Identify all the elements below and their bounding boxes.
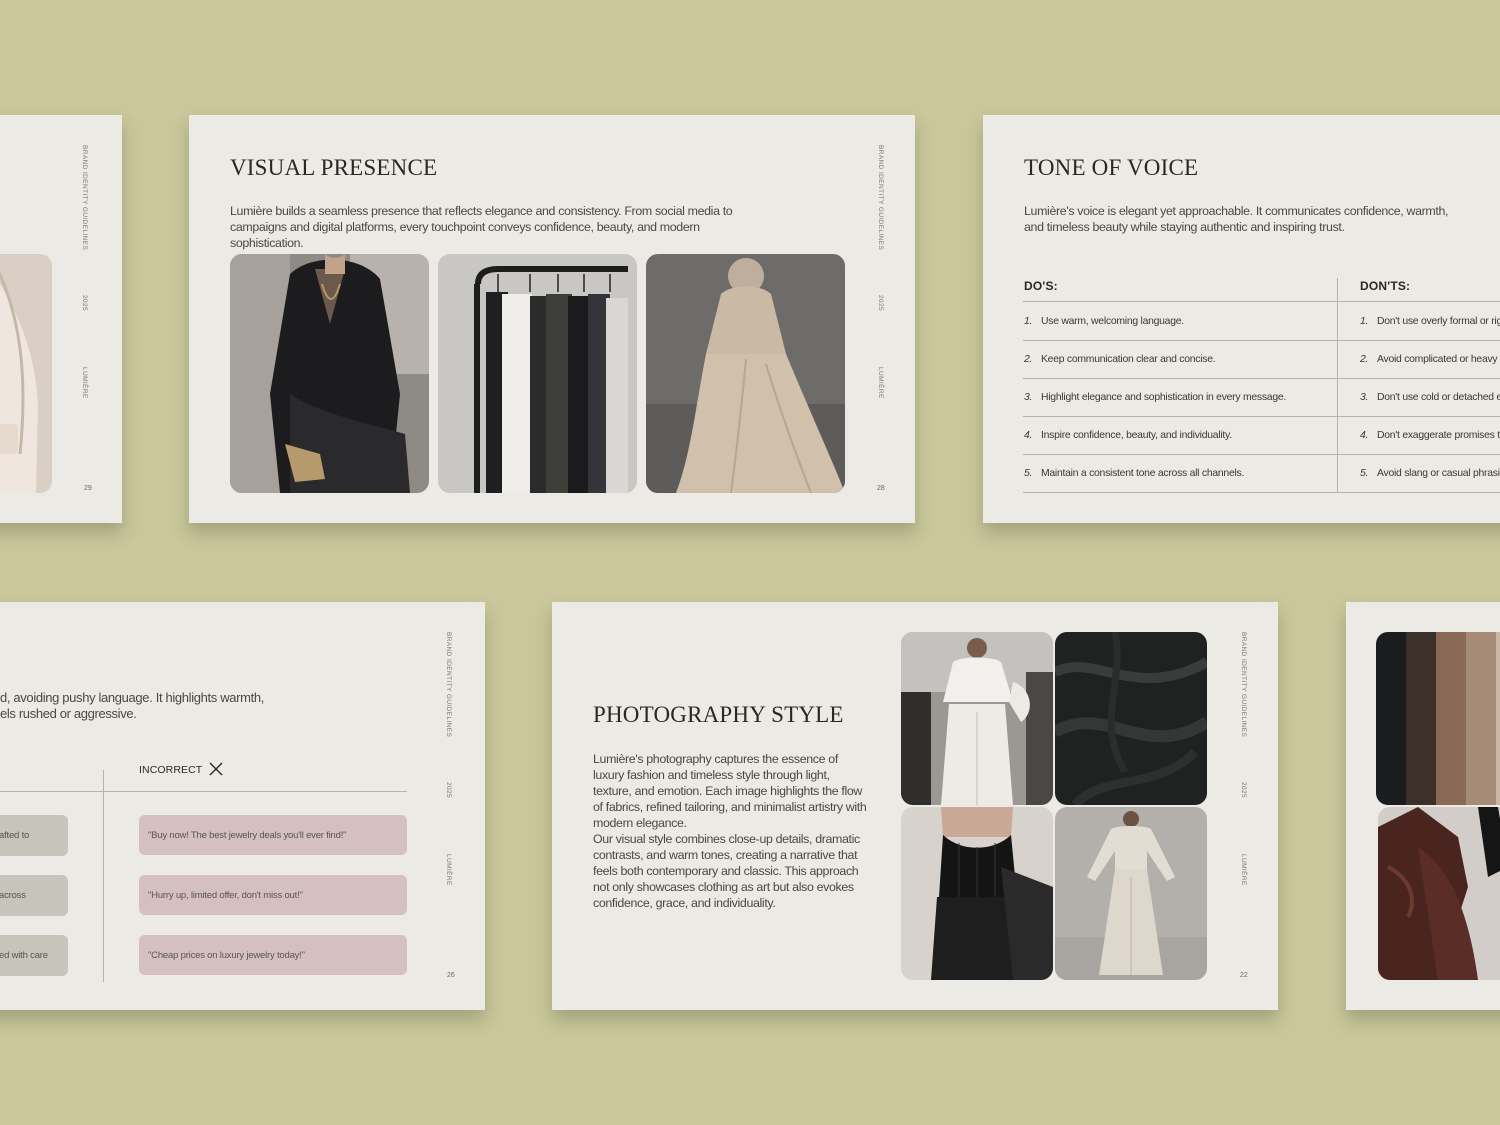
side-label-guidelines: BRAND IDENTITY GUIDELINES [1240,632,1247,738]
side-label-year: 2025 [81,295,88,312]
dos-item: 3. Highlight elegance and sophistication … [1024,392,1287,403]
photo-black-fabric [1055,632,1207,805]
photo-cream-blazer [0,254,52,493]
photo-clothing-rack [438,254,637,493]
header-divider [0,791,407,792]
photo-white-outfit-street [901,632,1053,805]
dos-heading: DO'S: [1024,279,1058,293]
slide-visual-presence: VISUAL PRESENCE Lumière builds a seamles… [189,115,915,523]
side-label-brand: LUMIÈRE [877,367,884,399]
row-divider [1023,301,1500,302]
donts-item: 2. Avoid complicated or heavy [1360,354,1498,365]
donts-item: 3. Don't use cold or detached ex [1360,392,1500,403]
row-divider [1023,416,1500,417]
slide-tone-of-voice: TONE OF VOICE Lumière's voice is elegant… [983,115,1500,523]
slide-title: VISUAL PRESENCE [230,155,438,180]
correct-example: ed with care [0,935,68,976]
slide-description-line: els rushed or aggressive. [0,706,137,721]
slide-page-29: BRAND IDENTITY GUIDELINES 2025 LUMIÈRE 2… [0,115,122,523]
photo-black-corset-top [901,807,1053,980]
page-number: 22 [1240,972,1248,979]
slide-description: Lumière builds a seamless presence that … [230,204,733,250]
dos-item: 4. Inspire confidence, beauty, and indivi… [1024,430,1232,441]
page-number: 28 [877,485,885,492]
column-divider [1337,278,1338,493]
photo-black-suit-model [230,254,429,493]
slide-messaging-examples: d, avoiding pushy language. It highlight… [0,602,485,1010]
side-label-guidelines: BRAND IDENTITY GUIDELINES [877,145,884,251]
close-x-icon [208,761,224,777]
slide-partial-right [1346,602,1500,1010]
page-number: 26 [447,972,455,979]
donts-item: 1. Don't use overly formal or rigi [1360,316,1500,327]
dos-item: 5. Maintain a consistent tone across all … [1024,468,1245,479]
slide-photography-style: PHOTOGRAPHY STYLE Lumière's photography … [552,602,1278,1010]
donts-heading: DON'TS: [1360,279,1411,293]
photo-beige-draped-outfit [646,254,845,493]
slide-description: Our visual style combines close-up detai… [593,832,860,910]
row-divider [1023,492,1500,493]
side-label-brand: LUMIÈRE [81,367,88,399]
slide-title: PHOTOGRAPHY STYLE [593,702,844,727]
side-label-year: 2025 [877,295,884,312]
side-label-brand: LUMIÈRE [445,854,452,886]
slide-description-line: d, avoiding pushy language. It highlight… [0,690,264,705]
dos-item: 1. Use warm, welcoming language. [1024,316,1184,327]
correct-example: across [0,875,68,916]
correct-example: afted to [0,815,68,856]
side-label-guidelines: BRAND IDENTITY GUIDELINES [81,145,88,251]
incorrect-label: INCORRECT [139,764,203,776]
side-label-brand: LUMIÈRE [1240,854,1247,886]
side-label-year: 2025 [1240,782,1247,799]
side-label-year: 2025 [445,782,452,799]
row-divider [1023,340,1500,341]
dos-item: 2. Keep communication clear and concise. [1024,354,1216,365]
slide-title: TONE OF VOICE [1024,155,1199,180]
incorrect-example: "Buy now! The best jewelry deals you'll … [139,815,407,855]
incorrect-example: "Hurry up, limited offer, don't miss out… [139,875,407,915]
donts-item: 4. Don't exaggerate promises the [1360,430,1500,441]
slide-description: Lumière's photography captures the essen… [593,752,867,830]
column-divider [103,770,104,982]
page-number: 29 [84,485,92,492]
row-divider [1023,378,1500,379]
photo-burgundy-dress [1378,807,1500,980]
photo-fabric-swatches [1376,632,1500,805]
photo-beige-wide-pants [1055,807,1207,980]
slide-description: Lumière's voice is elegant yet approacha… [1024,204,1449,234]
side-label-guidelines: BRAND IDENTITY GUIDELINES [445,632,452,738]
incorrect-example: "Cheap prices on luxury jewelry today!" [139,935,407,975]
donts-item: 5. Avoid slang or casual phrasing [1360,468,1500,479]
row-divider [1023,454,1500,455]
